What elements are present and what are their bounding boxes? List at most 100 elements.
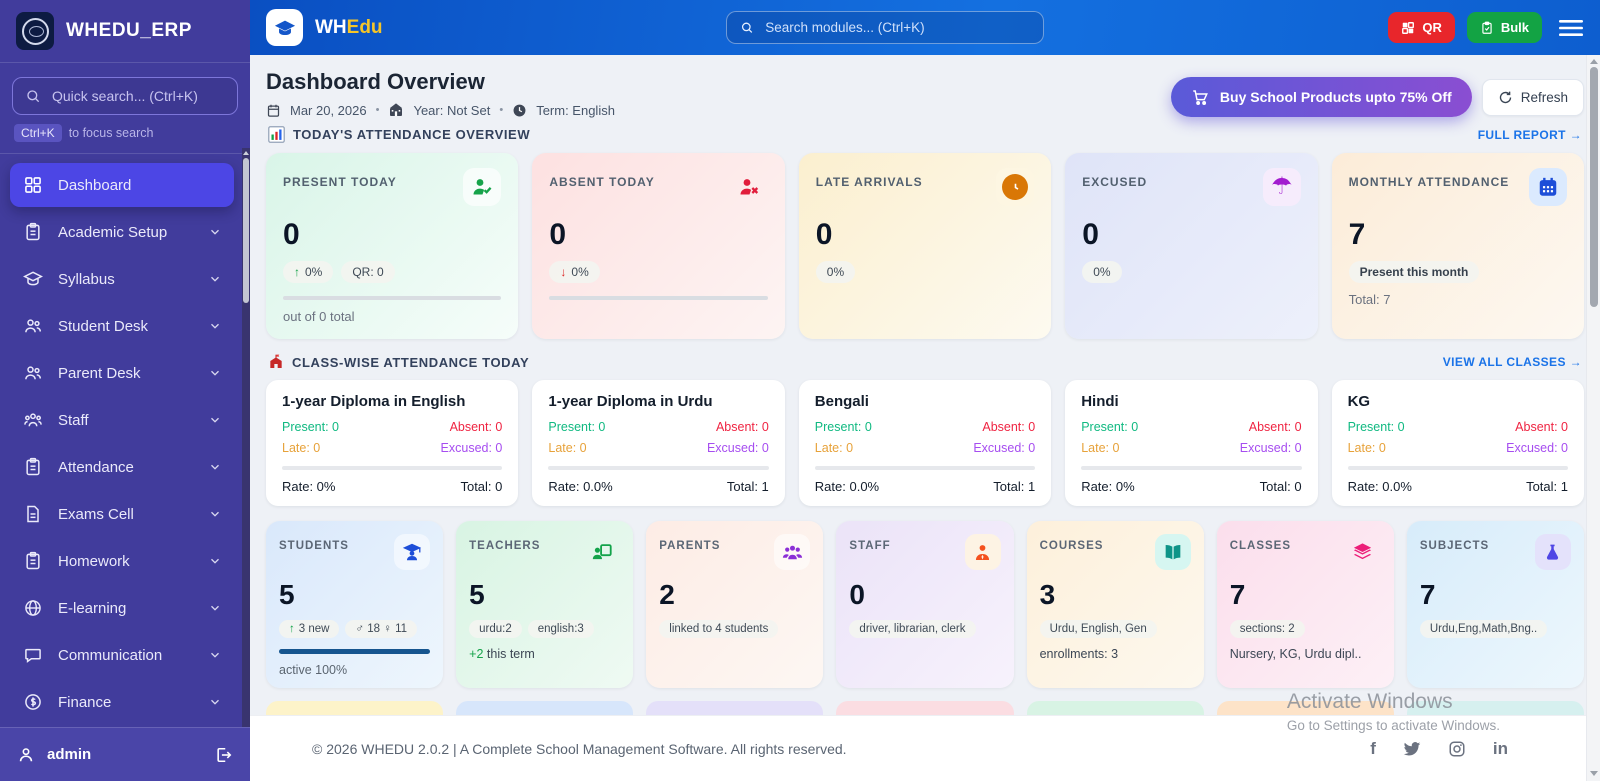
subject-names-badge: Urdu,Eng,Math,Bng.. bbox=[1419, 620, 1548, 638]
instagram-icon[interactable] bbox=[1448, 740, 1466, 758]
scrollbar-up-arrow[interactable] bbox=[242, 149, 250, 157]
class-card: Bengali Present: 0 Absent: 0 Late: 0 Exc… bbox=[798, 380, 1052, 506]
progress-bar bbox=[1081, 466, 1302, 470]
class-card: Hindi Present: 0 Absent: 0 Late: 0 Excus… bbox=[1065, 380, 1318, 506]
class-rate: Rate: 0.0% bbox=[814, 479, 880, 494]
absent-today-card: ABSENT TODAY 0 ↓ 0% bbox=[532, 153, 785, 339]
excused-card: EXCUSED ☂ 0 0% bbox=[1065, 153, 1318, 339]
class-total: Total: 1 bbox=[993, 479, 1036, 494]
bulk-label: Bulk bbox=[1500, 20, 1529, 35]
sidebar-item-academic-setup[interactable]: Academic Setup bbox=[10, 210, 234, 254]
qr-count-badge: QR: 0 bbox=[341, 261, 395, 283]
kbd-hint-text: to focus search bbox=[68, 126, 154, 140]
page-header: Dashboard Overview Mar 20, 2026 • Year: … bbox=[266, 69, 1584, 118]
sidebar-item-elearning[interactable]: E-learning bbox=[10, 586, 234, 630]
new-students-badge: ↑ 3 new bbox=[279, 620, 340, 638]
attendance-section-header: TODAY'S ATTENDANCE OVERVIEW FULL REPORT … bbox=[268, 126, 1582, 143]
qr-button[interactable]: QR bbox=[1388, 12, 1455, 43]
sidebar-item-label: E-learning bbox=[58, 599, 127, 617]
sidebar-item-dashboard[interactable]: Dashboard bbox=[10, 163, 234, 207]
full-report-link[interactable]: FULL REPORT → bbox=[1478, 128, 1582, 142]
buy-products-button[interactable]: Buy School Products upto 75% Off bbox=[1170, 77, 1472, 117]
progress-bar bbox=[282, 466, 503, 470]
card-title: PRESENT TODAY bbox=[283, 175, 397, 189]
teachers-card: TEACHERS 5 urdu:2 english:3 +2 this term bbox=[456, 521, 634, 688]
chevron-down-icon bbox=[208, 319, 222, 333]
footer: © 2026 WHEDU 2.0.2 | A Complete School M… bbox=[250, 715, 1600, 781]
clipboard-check-icon bbox=[1482, 21, 1492, 34]
twitter-icon[interactable] bbox=[1403, 740, 1421, 758]
sidebar-scrollbar-thumb[interactable] bbox=[243, 158, 249, 303]
page-scrollbar-thumb[interactable] bbox=[1590, 67, 1598, 307]
sidebar-item-label: Syllabus bbox=[58, 270, 115, 288]
student-icon bbox=[394, 534, 431, 570]
school-house-icon bbox=[270, 354, 282, 368]
sidebar-item-finance[interactable]: Finance bbox=[10, 680, 234, 724]
class-name: 1-year Diploma in English bbox=[282, 393, 466, 410]
subject-count-badge: english:3 bbox=[527, 620, 594, 638]
card-partial bbox=[456, 701, 634, 715]
class-rate: Rate: 0.0% bbox=[548, 479, 613, 494]
meta-date: Mar 20, 2026 bbox=[290, 102, 367, 118]
subjects-card: SUBJECTS 7 Urdu,Eng,Math,Bng.. bbox=[1406, 521, 1584, 688]
sidebar-item-staff[interactable]: Staff bbox=[10, 398, 234, 442]
top-navbar: WHEdu QR Bulk bbox=[250, 0, 1600, 55]
user-bar[interactable]: admin bbox=[0, 727, 250, 781]
class-total: Total: 0 bbox=[1259, 479, 1302, 494]
search-hint: Ctrl+K to focus search bbox=[0, 119, 250, 153]
umbrella-icon: ☂ bbox=[1262, 168, 1301, 206]
facebook-icon[interactable]: f bbox=[1370, 739, 1376, 759]
scrollbar-down-arrow[interactable] bbox=[1587, 767, 1600, 779]
qr-icon bbox=[1402, 21, 1415, 34]
chat-icon bbox=[22, 645, 44, 665]
meta-term: Term: English bbox=[536, 102, 615, 118]
sidebar-item-student-desk[interactable]: Student Desk bbox=[10, 304, 234, 348]
linked-students-badge: linked to 4 students bbox=[659, 620, 779, 638]
card-subtext: +2 this term bbox=[469, 647, 535, 661]
staff-roles-badge: driver, librarian, clerk bbox=[849, 620, 976, 638]
clock-icon bbox=[512, 103, 527, 118]
app-logo bbox=[266, 9, 303, 46]
class-total: Total: 1 bbox=[726, 479, 769, 494]
sidebar-item-parent-desk[interactable]: Parent Desk bbox=[10, 351, 234, 395]
kbd-hint: Ctrl+K bbox=[14, 124, 62, 142]
classes-card: CLASSES 7 sections: 2 Nursery, KG, Urdu … bbox=[1216, 521, 1394, 688]
bulk-button[interactable]: Bulk bbox=[1466, 12, 1542, 43]
sidebar-item-label: Exams Cell bbox=[58, 505, 134, 523]
parents-icon bbox=[774, 534, 811, 570]
sidebar-item-syllabus[interactable]: Syllabus bbox=[10, 257, 234, 301]
sidebar-item-communication[interactable]: Communication bbox=[10, 633, 234, 677]
card-subtext: out of 0 total bbox=[283, 309, 355, 324]
sidebar-item-label: Homework bbox=[58, 552, 130, 570]
refresh-button[interactable]: Refresh bbox=[1481, 78, 1584, 116]
sidebar-item-exams-cell[interactable]: Exams Cell bbox=[10, 492, 234, 536]
card-title: ABSENT TODAY bbox=[549, 175, 655, 189]
module-search[interactable] bbox=[726, 11, 1045, 44]
progress-bar bbox=[1347, 466, 1568, 470]
sidebar-item-attendance[interactable]: Attendance bbox=[10, 445, 234, 489]
quick-search[interactable] bbox=[12, 77, 238, 115]
card-partial bbox=[1216, 701, 1394, 715]
card-value: 7 bbox=[1348, 218, 1366, 251]
sidebar-item-homework[interactable]: Homework bbox=[10, 539, 234, 583]
scrollbar-up-arrow[interactable] bbox=[1587, 55, 1600, 67]
linkedin-icon[interactable]: in bbox=[1493, 739, 1508, 759]
sidebar-scrollbar[interactable] bbox=[242, 148, 250, 727]
class-rate: Rate: 0% bbox=[282, 479, 336, 494]
page-scrollbar[interactable] bbox=[1586, 55, 1600, 781]
view-all-classes-link[interactable]: VIEW ALL CLASSES → bbox=[1443, 355, 1582, 369]
card-subtext: Total: 7 bbox=[1348, 292, 1391, 307]
sidebar: WHEDU_ERP Ctrl+K to focus search Dashboa… bbox=[0, 0, 250, 781]
class-name: KG bbox=[1347, 393, 1371, 410]
people-group-icon bbox=[22, 410, 44, 430]
logout-icon[interactable] bbox=[214, 745, 234, 765]
trend-badge: ↓ 0% bbox=[549, 261, 600, 283]
hamburger-menu-icon[interactable] bbox=[1558, 17, 1584, 39]
rate-badge: 0% bbox=[1082, 261, 1122, 283]
quick-search-input[interactable] bbox=[50, 87, 225, 105]
app-brand: WHEdu bbox=[315, 17, 383, 39]
card-subtext: Nursery, KG, Urdu dipl.. bbox=[1229, 647, 1362, 661]
entity-stats: STUDENTS 5 ↑3 new ♂ 18 ♀ 11 active 100% bbox=[266, 521, 1584, 688]
module-search-input[interactable] bbox=[763, 19, 1031, 36]
attendance-cards: PRESENT TODAY 0 ↑ 0% QR: 0 out of 0 total bbox=[266, 153, 1584, 339]
